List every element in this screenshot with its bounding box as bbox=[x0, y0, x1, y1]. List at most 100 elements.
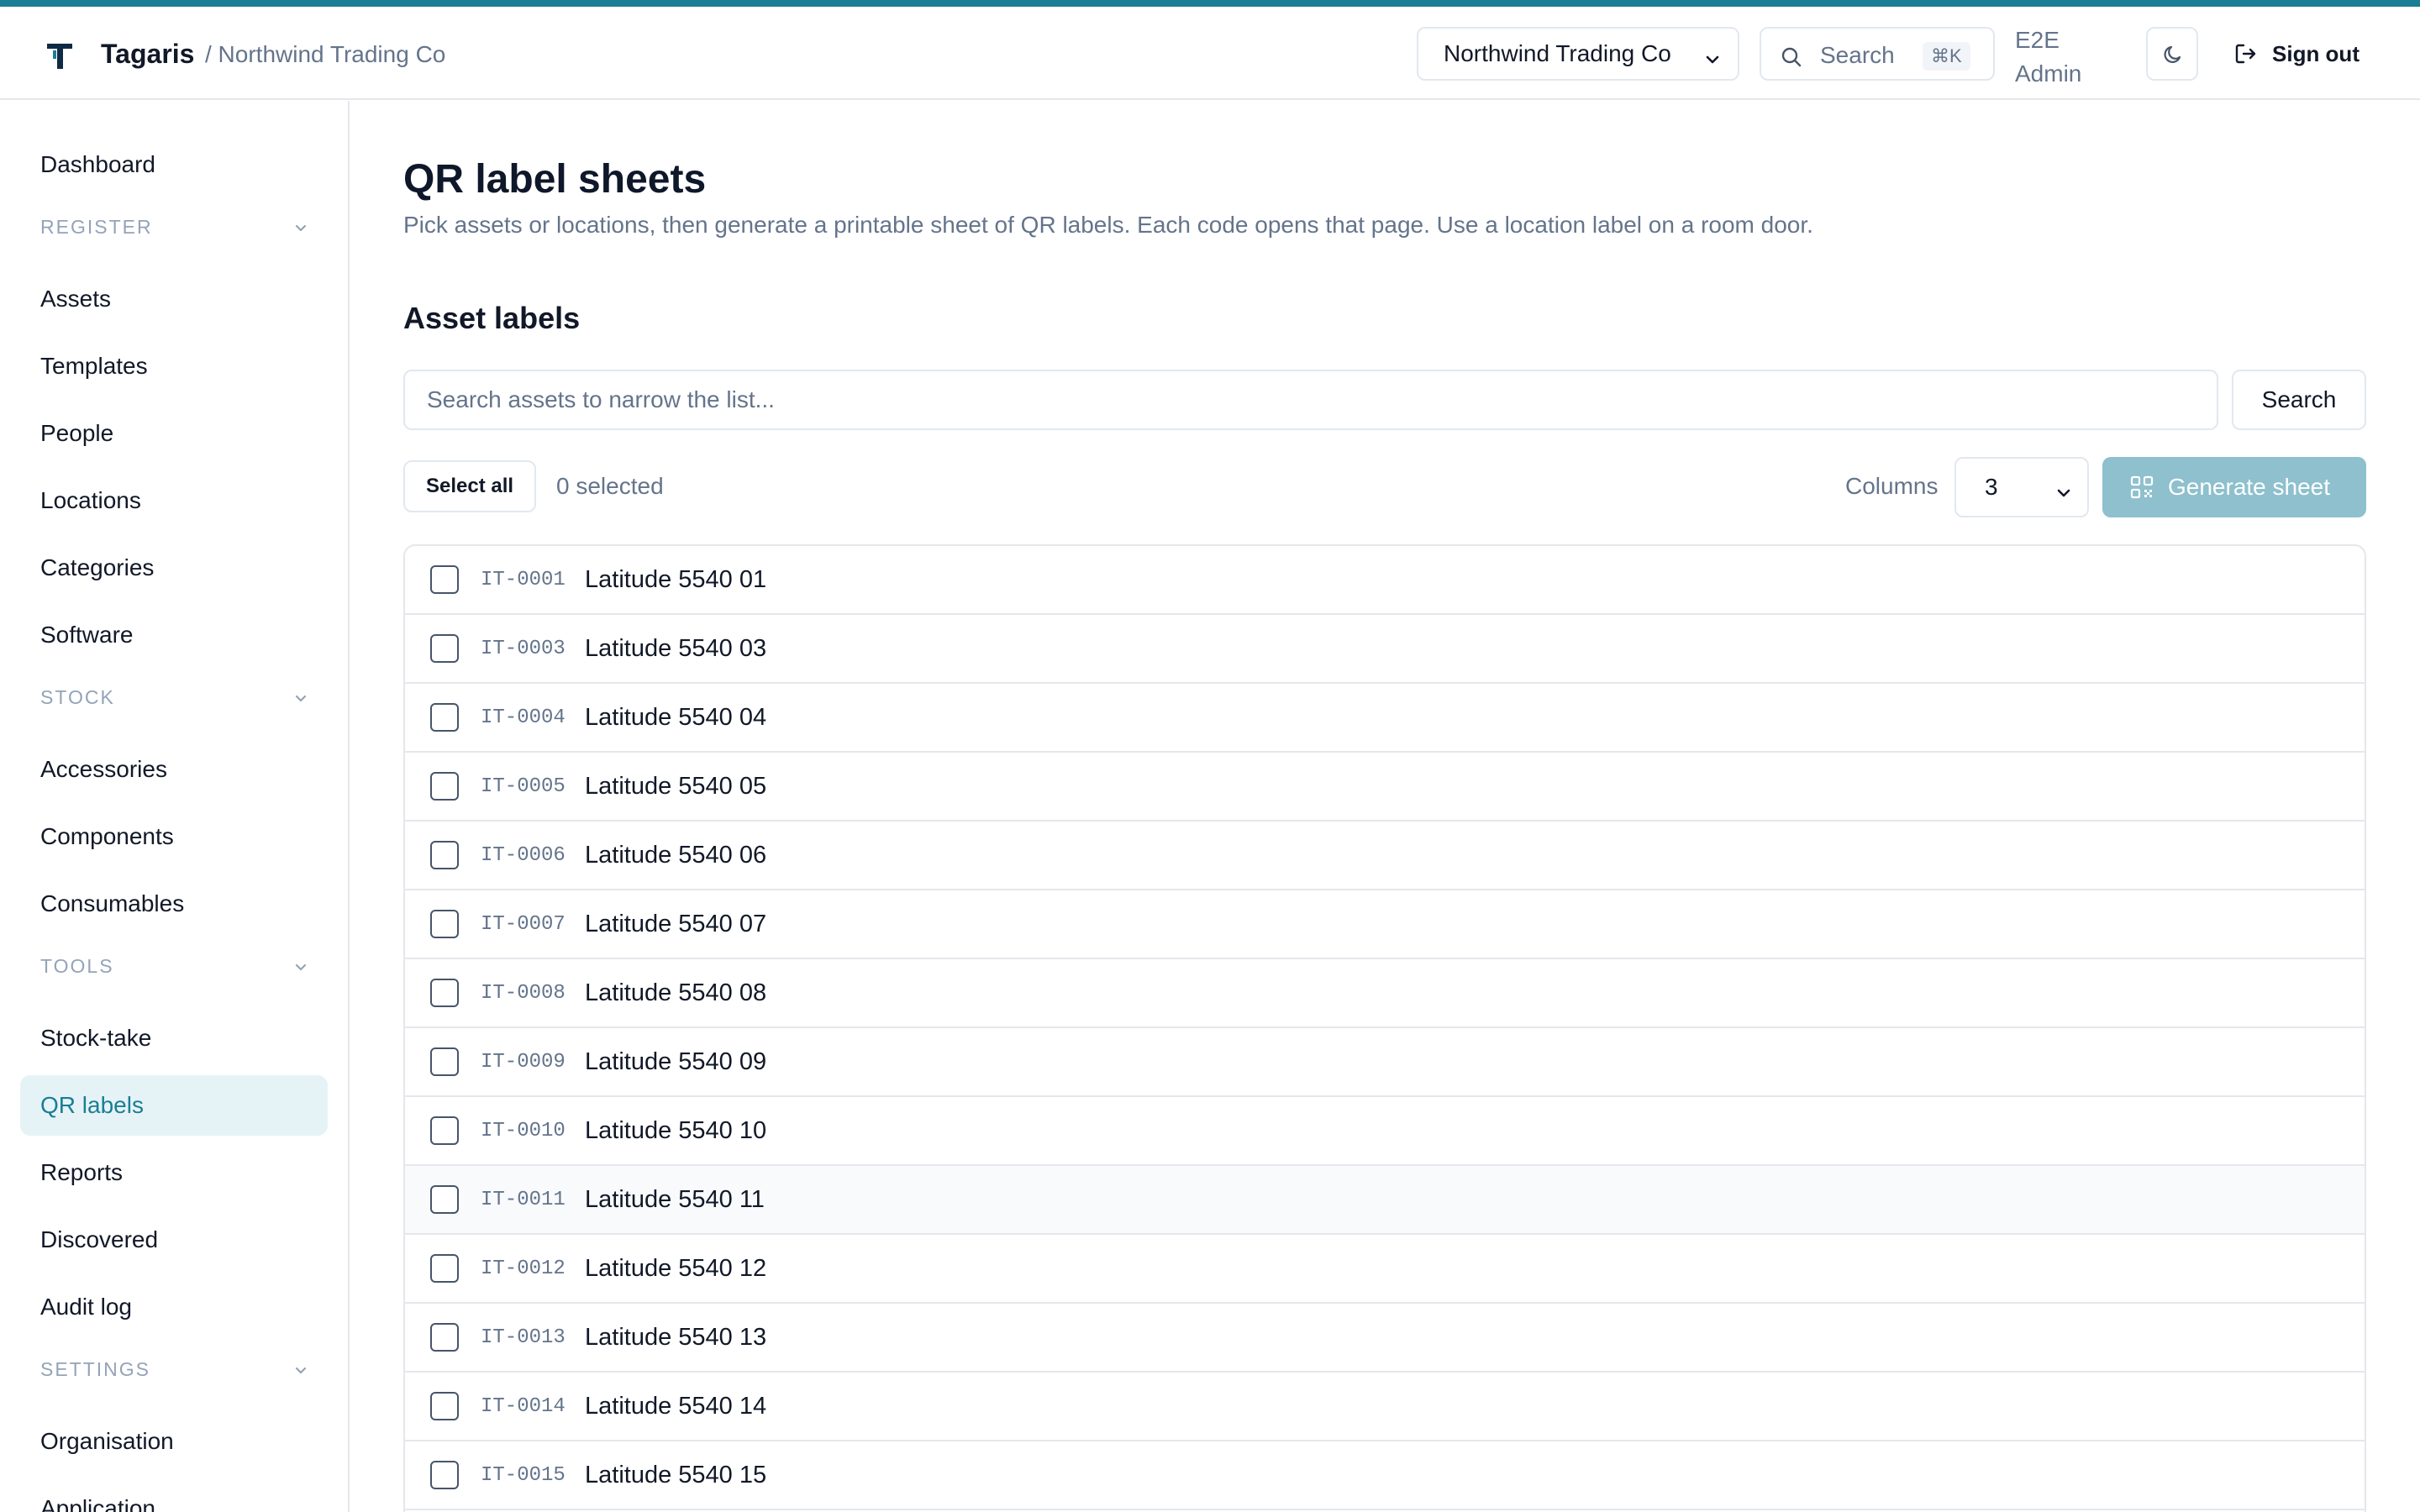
top-accent-stripe bbox=[0, 0, 2420, 7]
asset-list: IT-0001 Latitude 5540 01 IT-0003 Latitud… bbox=[403, 544, 2366, 1512]
chevron-down-icon bbox=[2055, 480, 2072, 507]
sidebar-section-settings[interactable]: SETTINGS bbox=[40, 1352, 309, 1386]
chevron-down-icon bbox=[292, 1361, 309, 1383]
asset-name: Latitude 5540 11 bbox=[585, 1185, 765, 1213]
chevron-down-icon bbox=[292, 218, 309, 241]
sidebar-item-audit-log[interactable]: Audit log bbox=[20, 1277, 328, 1337]
columns-label: Columns bbox=[1845, 473, 1939, 499]
list-item[interactable]: IT-0014 Latitude 5540 14 bbox=[405, 1373, 2365, 1441]
sidebar-item-organisation[interactable]: Organisation bbox=[20, 1411, 328, 1472]
sidebar: Dashboard REGISTER Assets Templates Peop… bbox=[0, 101, 350, 1512]
list-item[interactable]: IT-0007 Latitude 5540 07 bbox=[405, 890, 2365, 959]
asset-checkbox[interactable] bbox=[430, 772, 459, 801]
sidebar-section-label: SETTINGS bbox=[40, 1357, 151, 1380]
asset-code: IT-0011 bbox=[481, 1188, 566, 1211]
sign-out-label: Sign out bbox=[2272, 40, 2360, 66]
sidebar-item-assets[interactable]: Assets bbox=[20, 269, 328, 329]
organisation-select[interactable]: Northwind Trading Co bbox=[1417, 27, 1739, 81]
select-all-button[interactable]: Select all bbox=[403, 460, 536, 512]
moon-icon bbox=[2164, 45, 2181, 63]
asset-checkbox[interactable] bbox=[430, 1116, 459, 1145]
top-header: Tagaris / Northwind Trading Co Northwind… bbox=[0, 7, 2420, 100]
asset-code: IT-0005 bbox=[481, 774, 566, 798]
sidebar-section-register[interactable]: REGISTER bbox=[40, 210, 309, 244]
asset-checkbox[interactable] bbox=[430, 1254, 459, 1283]
asset-code: IT-0009 bbox=[481, 1050, 566, 1074]
current-user-name: E2E Admin bbox=[2015, 27, 2082, 87]
tagaris-logo-icon[interactable] bbox=[44, 39, 77, 72]
asset-name: Latitude 5540 07 bbox=[585, 910, 767, 937]
qr-code-icon bbox=[2130, 475, 2154, 499]
list-item[interactable]: IT-0008 Latitude 5540 08 bbox=[405, 959, 2365, 1028]
asset-checkbox[interactable] bbox=[430, 1323, 459, 1352]
sidebar-item-categories[interactable]: Categories bbox=[20, 538, 328, 598]
organisation-select-value: Northwind Trading Co bbox=[1444, 40, 1671, 66]
asset-checkbox[interactable] bbox=[430, 1392, 459, 1420]
asset-checkbox[interactable] bbox=[430, 910, 459, 938]
sidebar-item-application[interactable]: Application bbox=[20, 1478, 328, 1512]
asset-code: IT-0001 bbox=[481, 568, 566, 591]
columns-select[interactable]: 3 bbox=[1954, 457, 2089, 517]
page-description: Pick assets or locations, then generate … bbox=[403, 212, 1813, 238]
sidebar-item-components[interactable]: Components bbox=[20, 806, 328, 867]
asset-code: IT-0012 bbox=[481, 1257, 566, 1280]
asset-checkbox[interactable] bbox=[430, 1185, 459, 1214]
generate-sheet-button[interactable]: Generate sheet bbox=[2102, 457, 2366, 517]
list-item[interactable]: IT-0001 Latitude 5540 01 bbox=[405, 546, 2365, 615]
asset-code: IT-0014 bbox=[481, 1394, 566, 1418]
asset-code: IT-0007 bbox=[481, 912, 566, 936]
theme-toggle-button[interactable] bbox=[2146, 27, 2198, 81]
list-item[interactable]: IT-0003 Latitude 5540 03 bbox=[405, 615, 2365, 684]
asset-checkbox[interactable] bbox=[430, 841, 459, 869]
list-item[interactable]: IT-0010 Latitude 5540 10 bbox=[405, 1097, 2365, 1166]
asset-search-input[interactable] bbox=[403, 370, 2218, 430]
asset-code: IT-0006 bbox=[481, 843, 566, 867]
sidebar-item-locations[interactable]: Locations bbox=[20, 470, 328, 531]
asset-code: IT-0008 bbox=[481, 981, 566, 1005]
sidebar-item-stocktake[interactable]: Stock-take bbox=[20, 1008, 328, 1068]
list-item[interactable]: IT-0005 Latitude 5540 05 bbox=[405, 753, 2365, 822]
asset-code: IT-0013 bbox=[481, 1326, 566, 1349]
sidebar-item-qr-labels[interactable]: QR labels bbox=[20, 1075, 328, 1136]
list-item[interactable]: IT-0012 Latitude 5540 12 bbox=[405, 1235, 2365, 1304]
sidebar-item-reports[interactable]: Reports bbox=[20, 1142, 328, 1203]
asset-name: Latitude 5540 15 bbox=[585, 1461, 767, 1488]
sidebar-item-templates[interactable]: Templates bbox=[20, 336, 328, 396]
asset-name: Latitude 5540 13 bbox=[585, 1323, 767, 1351]
sidebar-section-tools[interactable]: TOOLS bbox=[40, 949, 309, 983]
asset-checkbox[interactable] bbox=[430, 1461, 459, 1489]
sidebar-section-label: TOOLS bbox=[40, 954, 114, 977]
sidebar-section-stock[interactable]: STOCK bbox=[40, 680, 309, 714]
columns-select-value: 3 bbox=[1985, 474, 1998, 500]
asset-code: IT-0003 bbox=[481, 637, 566, 660]
asset-name: Latitude 5540 05 bbox=[585, 772, 767, 800]
asset-checkbox[interactable] bbox=[430, 703, 459, 732]
app-name[interactable]: Tagaris bbox=[101, 39, 194, 70]
asset-search-button[interactable]: Search bbox=[2232, 370, 2366, 430]
generate-sheet-label: Generate sheet bbox=[2168, 474, 2331, 500]
asset-name: Latitude 5540 04 bbox=[585, 703, 767, 731]
sidebar-item-people[interactable]: People bbox=[20, 403, 328, 464]
sidebar-item-consumables[interactable]: Consumables bbox=[20, 874, 328, 934]
asset-code: IT-0010 bbox=[481, 1119, 566, 1142]
sign-out-button[interactable]: Sign out bbox=[2233, 27, 2360, 81]
asset-checkbox[interactable] bbox=[430, 634, 459, 663]
asset-checkbox[interactable] bbox=[430, 565, 459, 594]
asset-checkbox[interactable] bbox=[430, 979, 459, 1007]
asset-checkbox[interactable] bbox=[430, 1047, 459, 1076]
sidebar-section-label: STOCK bbox=[40, 685, 115, 708]
list-item[interactable]: IT-0013 Latitude 5540 13 bbox=[405, 1304, 2365, 1373]
sign-out-icon bbox=[2235, 44, 2256, 64]
list-item[interactable]: IT-0006 Latitude 5540 06 bbox=[405, 822, 2365, 890]
asset-code: IT-0015 bbox=[481, 1463, 566, 1487]
sidebar-item-dashboard[interactable]: Dashboard bbox=[20, 134, 328, 195]
page-title: QR label sheets bbox=[403, 157, 707, 202]
sidebar-item-discovered[interactable]: Discovered bbox=[20, 1210, 328, 1270]
sidebar-item-software[interactable]: Software bbox=[20, 605, 328, 665]
global-search-button[interactable]: Search ⌘K bbox=[1760, 27, 1995, 81]
sidebar-item-accessories[interactable]: Accessories bbox=[20, 739, 328, 800]
list-item[interactable]: IT-0015 Latitude 5540 15 bbox=[405, 1441, 2365, 1510]
list-item[interactable]: IT-0011 Latitude 5540 11 bbox=[405, 1166, 2365, 1235]
list-item[interactable]: IT-0004 Latitude 5540 04 bbox=[405, 684, 2365, 753]
list-item[interactable]: IT-0009 Latitude 5540 09 bbox=[405, 1028, 2365, 1097]
